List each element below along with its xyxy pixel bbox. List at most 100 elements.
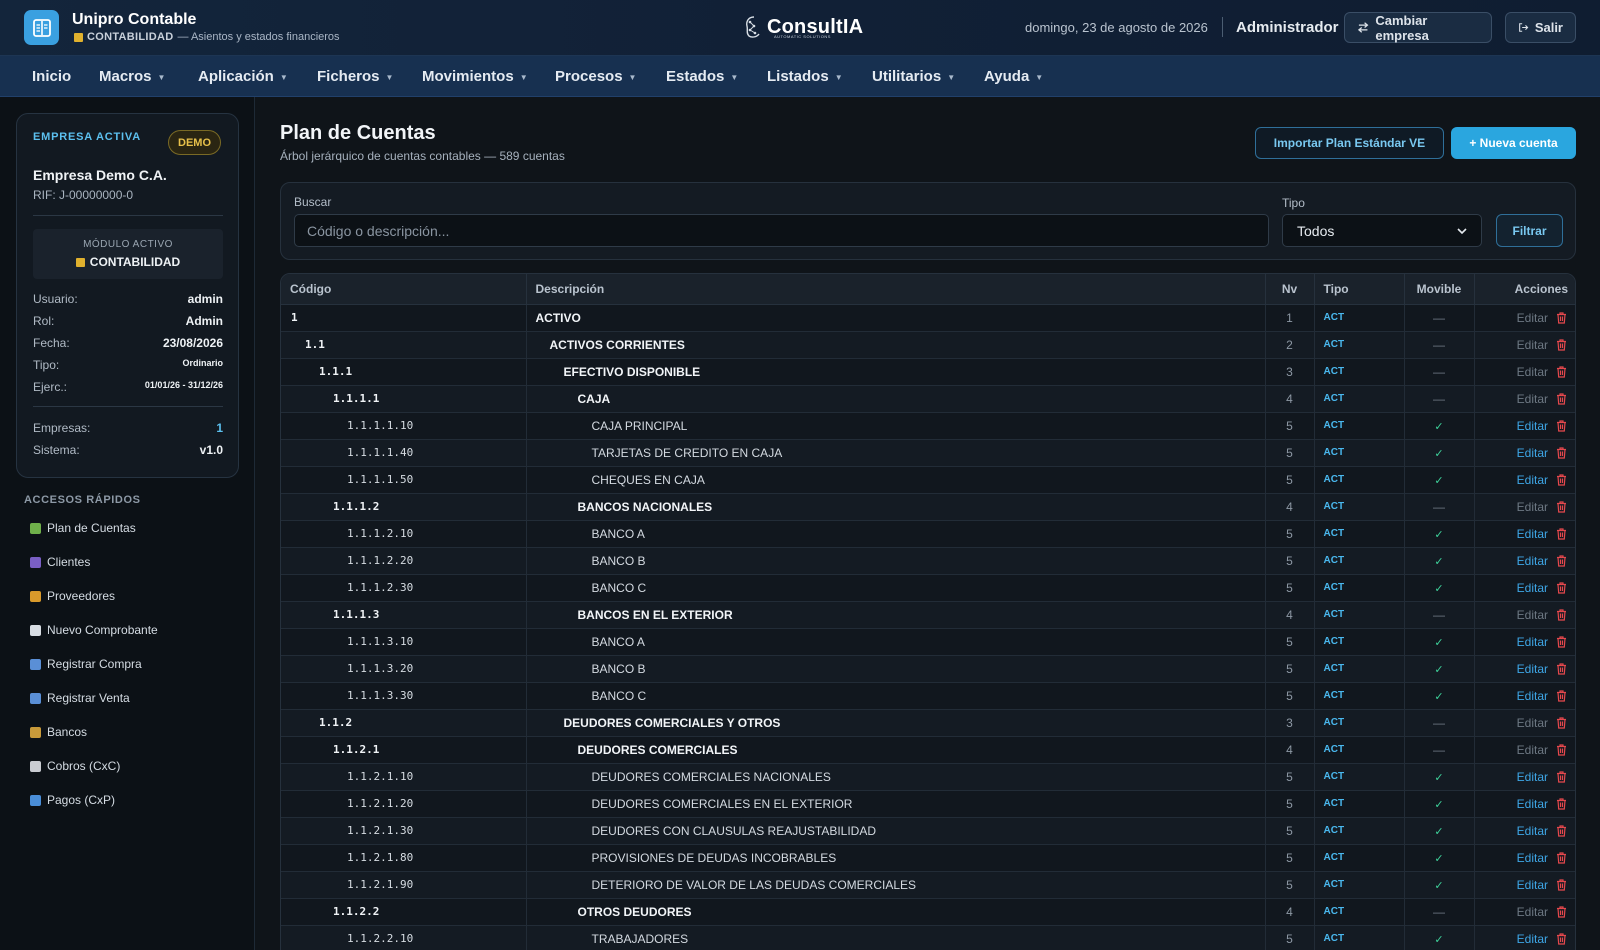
trash-icon[interactable]: [1556, 716, 1567, 729]
edit-link[interactable]: Editar: [1517, 581, 1548, 595]
col-header-level[interactable]: Nv: [1265, 274, 1315, 305]
quick-access-item[interactable]: Plan de Cuentas: [30, 521, 136, 535]
col-header-description[interactable]: Descripción: [526, 274, 1266, 305]
table-row[interactable]: 1.1.1.1.10 CAJA PRINCIPAL 5 ACT ✓ Editar: [281, 412, 1575, 440]
nav-ficheros[interactable]: Ficheros ▼: [317, 68, 393, 85]
filter-button[interactable]: Filtrar: [1496, 214, 1563, 247]
trash-icon[interactable]: [1556, 338, 1567, 351]
nav-inicio[interactable]: Inicio: [32, 68, 71, 85]
edit-link[interactable]: Editar: [1517, 743, 1548, 757]
table-row[interactable]: 1.1.1.1 CAJA 4 ACT — Editar: [281, 385, 1575, 413]
app-logo[interactable]: [24, 10, 59, 45]
edit-link[interactable]: Editar: [1517, 770, 1548, 784]
table-row[interactable]: 1.1.1.1.40 TARJETAS DE CREDITO EN CAJA 5 AC…: [281, 439, 1575, 467]
table-row[interactable]: 1.1.1.3.20 BANCO B 5 ACT ✓ Editar: [281, 655, 1575, 683]
trash-icon[interactable]: [1556, 527, 1567, 540]
edit-link[interactable]: Editar: [1517, 878, 1548, 892]
table-row[interactable]: 1.1 ACTIVOS CORRIENTES 2 ACT — Editar: [281, 331, 1575, 359]
table-row[interactable]: 1.1.1.2.30 BANCO C 5 ACT ✓ Editar: [281, 574, 1575, 602]
nav-utilitarios[interactable]: Utilitarios ▼: [872, 68, 955, 85]
quick-access-item[interactable]: Bancos: [30, 725, 87, 739]
edit-link[interactable]: Editar: [1517, 554, 1548, 568]
edit-link[interactable]: Editar: [1517, 716, 1548, 730]
quick-access-item[interactable]: Cobros (CxC): [30, 759, 120, 773]
table-row[interactable]: 1.1.2.1.90 DETERIORO DE VALOR DE LAS DEUD…: [281, 871, 1575, 899]
nav-macros[interactable]: Macros ▼: [99, 68, 165, 85]
trash-icon[interactable]: [1556, 851, 1567, 864]
table-row[interactable]: 1.1.2.1.80 PROVISIONES DE DEUDAS INCOBRAB…: [281, 844, 1575, 872]
col-header-code[interactable]: Código: [281, 274, 527, 305]
trash-icon[interactable]: [1556, 824, 1567, 837]
edit-link[interactable]: Editar: [1517, 311, 1548, 325]
table-row[interactable]: 1.1.2.1.30 DEUDORES CON CLAUSULAS REAJUST…: [281, 817, 1575, 845]
trash-icon[interactable]: [1556, 905, 1567, 918]
edit-link[interactable]: Editar: [1517, 500, 1548, 514]
table-row[interactable]: 1.1.2.2 OTROS DEUDORES 4 ACT — Editar: [281, 898, 1575, 926]
edit-link[interactable]: Editar: [1517, 905, 1548, 919]
trash-icon[interactable]: [1556, 581, 1567, 594]
table-row[interactable]: 1.1.2 DEUDORES COMERCIALES Y OTROS 3 ACT — Ed…: [281, 709, 1575, 737]
nav-movimientos[interactable]: Movimientos ▼: [422, 68, 528, 85]
import-plan-button[interactable]: Importar Plan Estándar VE: [1255, 127, 1444, 159]
quick-access-item[interactable]: Proveedores: [30, 589, 115, 603]
quick-access-item[interactable]: Pagos (CxP): [30, 793, 115, 807]
trash-icon[interactable]: [1556, 635, 1567, 648]
trash-icon[interactable]: [1556, 446, 1567, 459]
table-row[interactable]: 1 ACTIVO 1 ACT — Editar: [281, 304, 1575, 332]
trash-icon[interactable]: [1556, 500, 1567, 513]
trash-icon[interactable]: [1556, 473, 1567, 486]
quick-access-item[interactable]: Clientes: [30, 555, 90, 569]
table-row[interactable]: 1.1.2.1 DEUDORES COMERCIALES 4 ACT — Editar: [281, 736, 1575, 764]
quick-access-item[interactable]: Registrar Venta: [30, 691, 130, 705]
logout-button[interactable]: Salir: [1505, 12, 1576, 43]
edit-link[interactable]: Editar: [1517, 662, 1548, 676]
table-row[interactable]: 1.1.2.1.20 DEUDORES COMERCIALES EN EL EXT…: [281, 790, 1575, 818]
col-header-type[interactable]: Tipo: [1314, 274, 1405, 305]
edit-link[interactable]: Editar: [1517, 338, 1548, 352]
trash-icon[interactable]: [1556, 797, 1567, 810]
table-row[interactable]: 1.1.1.3.10 BANCO A 5 ACT ✓ Editar: [281, 628, 1575, 656]
new-account-button[interactable]: + Nueva cuenta: [1451, 127, 1576, 159]
edit-link[interactable]: Editar: [1517, 932, 1548, 946]
trash-icon[interactable]: [1556, 878, 1567, 891]
edit-link[interactable]: Editar: [1517, 392, 1548, 406]
edit-link[interactable]: Editar: [1517, 797, 1548, 811]
edit-link[interactable]: Editar: [1517, 851, 1548, 865]
nav-estados[interactable]: Estados ▼: [666, 68, 738, 85]
table-row[interactable]: 1.1.1.1.50 CHEQUES EN CAJA 5 ACT ✓ Editar: [281, 466, 1575, 494]
trash-icon[interactable]: [1556, 365, 1567, 378]
change-company-button[interactable]: Cambiar empresa: [1344, 12, 1492, 43]
nav-aplicacion[interactable]: Aplicación ▼: [198, 68, 288, 85]
trash-icon[interactable]: [1556, 392, 1567, 405]
edit-link[interactable]: Editar: [1517, 527, 1548, 541]
trash-icon[interactable]: [1556, 608, 1567, 621]
trash-icon[interactable]: [1556, 932, 1567, 945]
trash-icon[interactable]: [1556, 311, 1567, 324]
trash-icon[interactable]: [1556, 554, 1567, 567]
nav-procesos[interactable]: Procesos ▼: [555, 68, 636, 85]
edit-link[interactable]: Editar: [1517, 689, 1548, 703]
nav-listados[interactable]: Listados ▼: [767, 68, 843, 85]
edit-link[interactable]: Editar: [1517, 824, 1548, 838]
quick-access-item[interactable]: Registrar Compra: [30, 657, 142, 671]
table-row[interactable]: 1.1.1.3.30 BANCO C 5 ACT ✓ Editar: [281, 682, 1575, 710]
trash-icon[interactable]: [1556, 770, 1567, 783]
table-row[interactable]: 1.1.1.3 BANCOS EN EL EXTERIOR 4 ACT — Editar: [281, 601, 1575, 629]
edit-link[interactable]: Editar: [1517, 365, 1548, 379]
table-row[interactable]: 1.1.1.2 BANCOS NACIONALES 4 ACT — Editar: [281, 493, 1575, 521]
table-row[interactable]: 1.1.1.2.20 BANCO B 5 ACT ✓ Editar: [281, 547, 1575, 575]
table-row[interactable]: 1.1.1 EFECTIVO DISPONIBLE 3 ACT — Editar: [281, 358, 1575, 386]
edit-link[interactable]: Editar: [1517, 635, 1548, 649]
table-row[interactable]: 1.1.2.2.10 TRABAJADORES 5 ACT ✓ Editar: [281, 925, 1575, 950]
edit-link[interactable]: Editar: [1517, 446, 1548, 460]
table-row[interactable]: 1.1.2.1.10 DEUDORES COMERCIALES NACIONALE…: [281, 763, 1575, 791]
nav-ayuda[interactable]: Ayuda ▼: [984, 68, 1043, 85]
trash-icon[interactable]: [1556, 689, 1567, 702]
edit-link[interactable]: Editar: [1517, 419, 1548, 433]
type-select[interactable]: Todos: [1282, 214, 1482, 247]
trash-icon[interactable]: [1556, 743, 1567, 756]
quick-access-item[interactable]: Nuevo Comprobante: [30, 623, 158, 637]
table-row[interactable]: 1.1.1.2.10 BANCO A 5 ACT ✓ Editar: [281, 520, 1575, 548]
trash-icon[interactable]: [1556, 662, 1567, 675]
edit-link[interactable]: Editar: [1517, 473, 1548, 487]
